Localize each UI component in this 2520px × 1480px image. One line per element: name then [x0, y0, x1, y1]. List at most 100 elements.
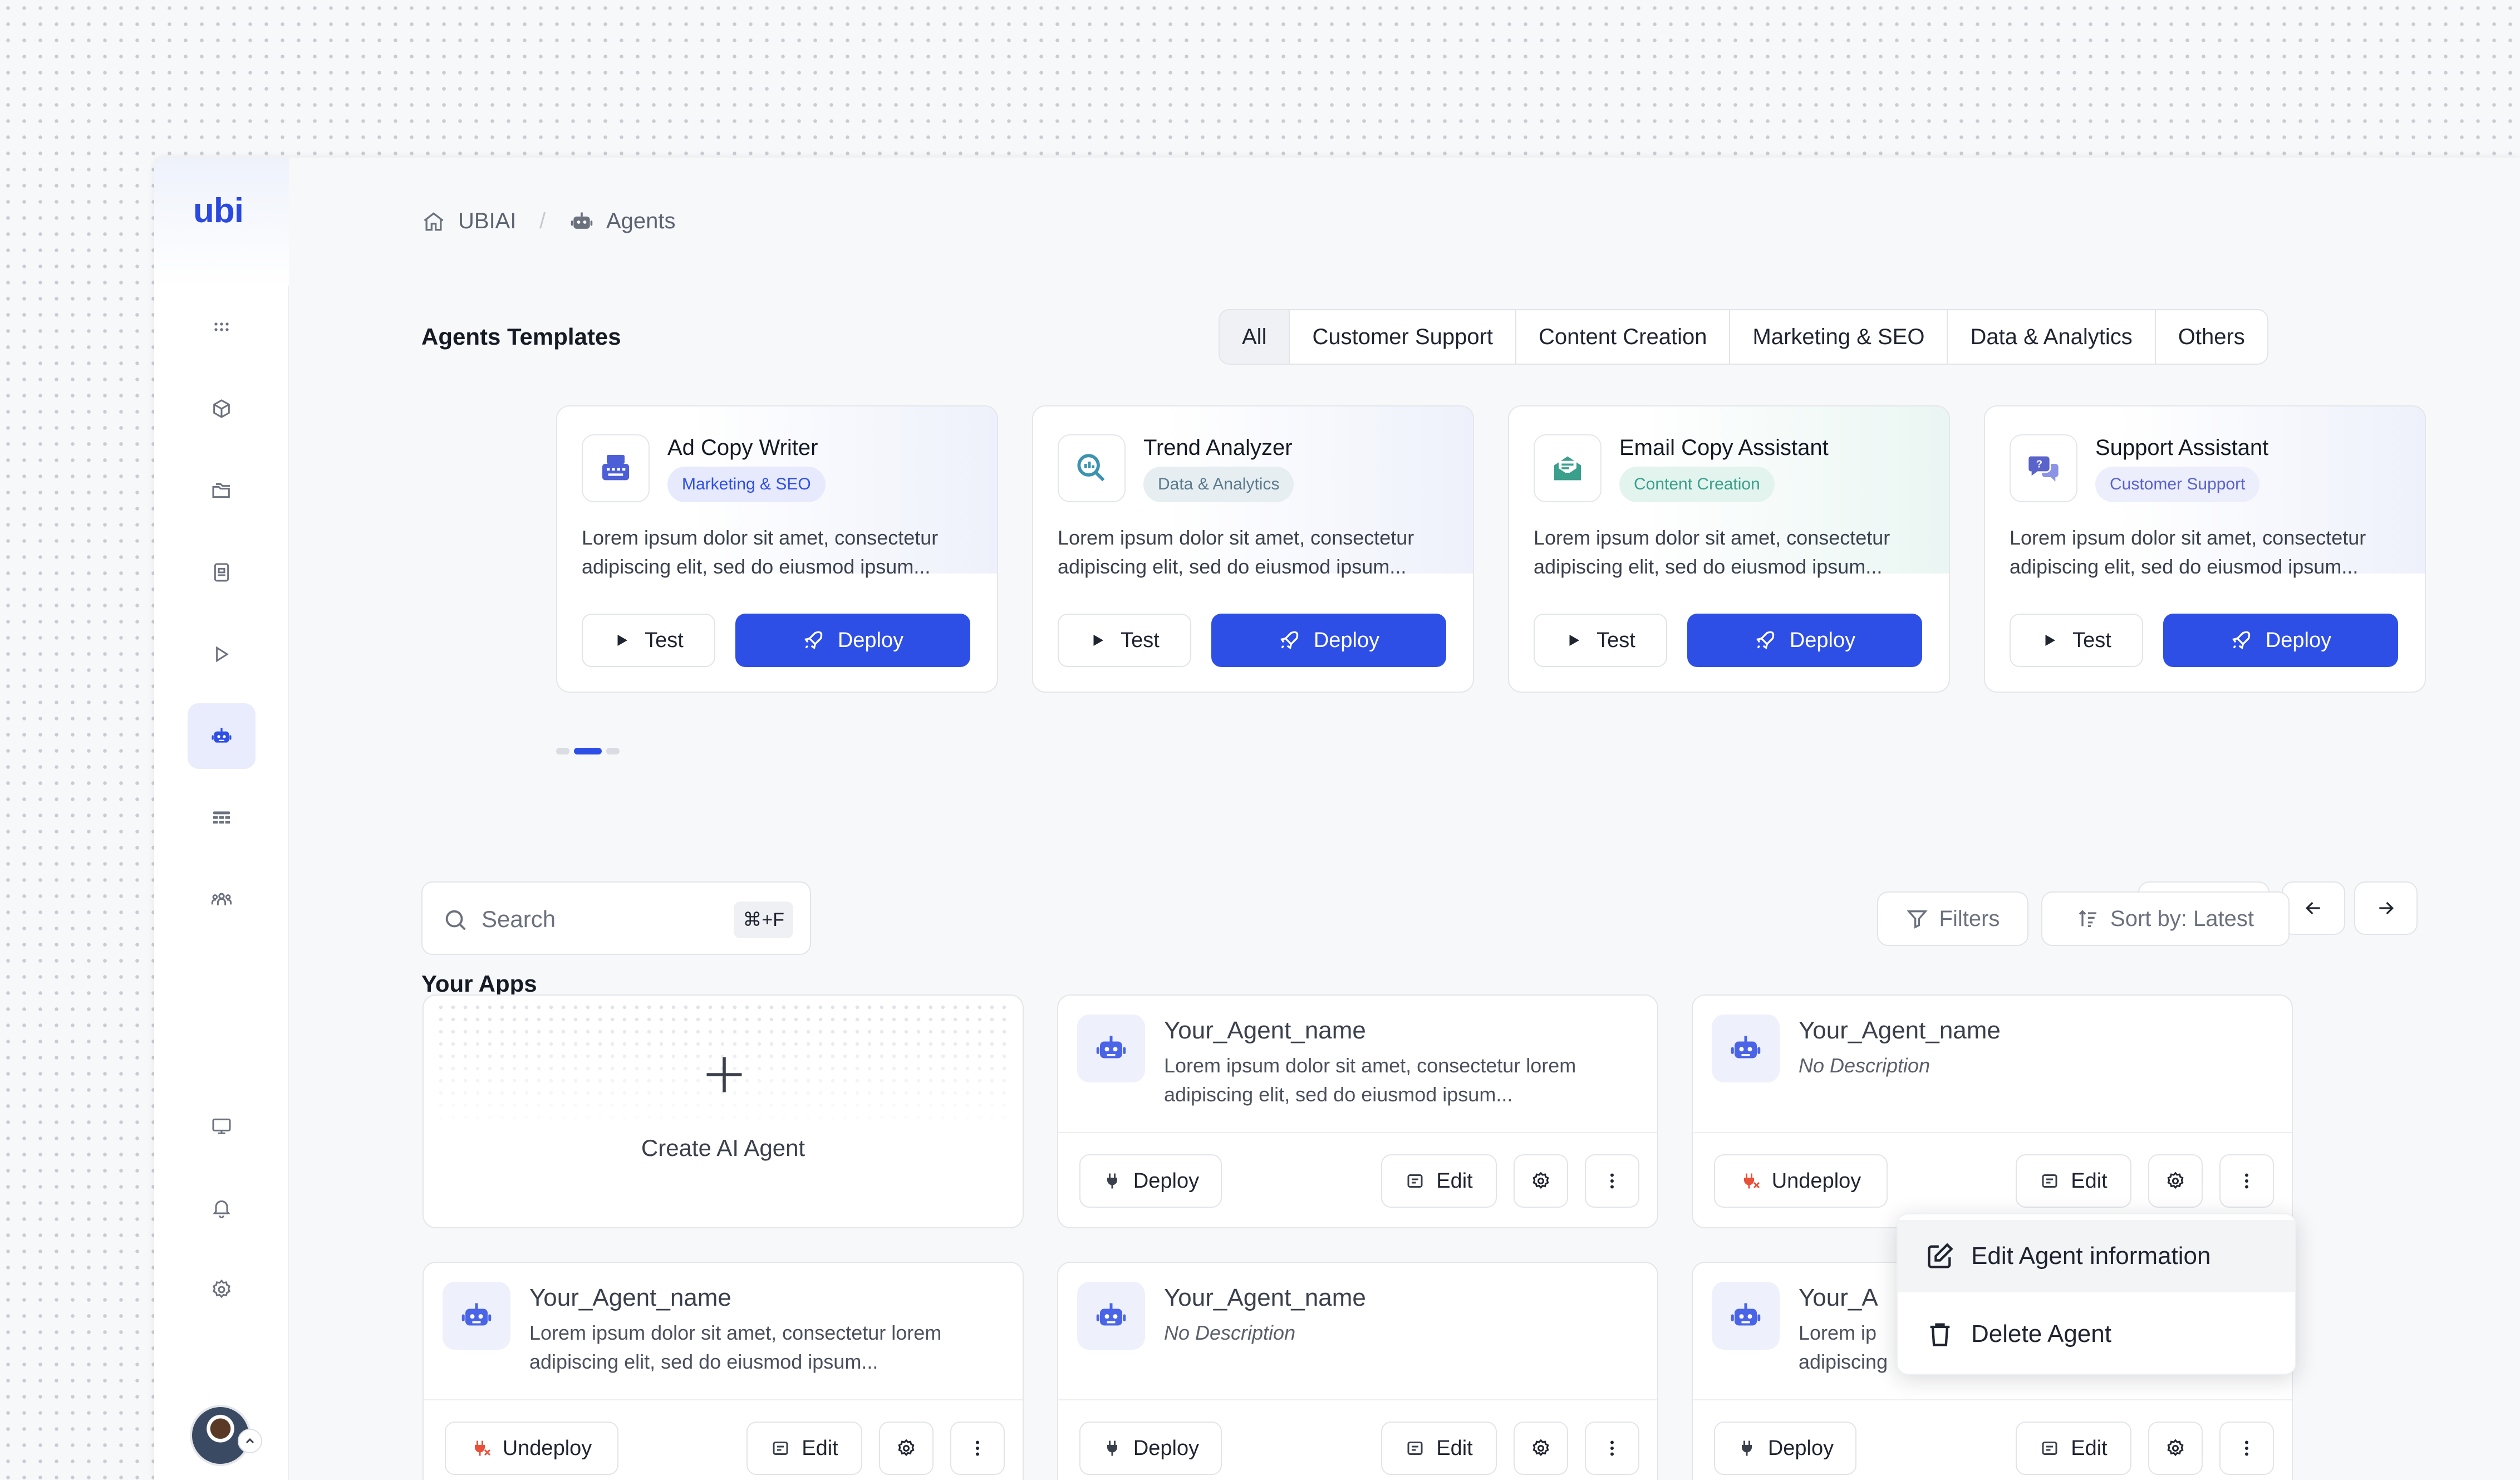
- logo[interactable]: ubi: [193, 191, 244, 231]
- agent-card[interactable]: Your_Agent_name Lorem ipsum dolor sit am…: [423, 1262, 1024, 1480]
- agent-settings-button[interactable]: [2148, 1422, 2203, 1475]
- sidebar-item-docs[interactable]: [188, 540, 256, 605]
- test-button[interactable]: Test: [582, 614, 715, 667]
- template-icon: ?: [2010, 434, 2077, 502]
- carousel-next-button[interactable]: [2354, 881, 2418, 935]
- edit-button[interactable]: Edit: [2016, 1422, 2131, 1475]
- card-divider: [424, 1399, 1023, 1400]
- agent-settings-button[interactable]: [879, 1422, 934, 1475]
- tab-customer-support[interactable]: Customer Support: [1290, 310, 1517, 364]
- sidebar-item-projects[interactable]: [188, 458, 256, 523]
- undeploy-button[interactable]: Undeploy: [445, 1422, 618, 1475]
- plus-icon: [706, 1057, 742, 1092]
- undeploy-button[interactable]: Undeploy: [1714, 1154, 1888, 1208]
- edit-button[interactable]: Edit: [1381, 1422, 1497, 1475]
- gear-icon: [898, 1439, 915, 1457]
- template-card[interactable]: ? Support Assistant Customer Support Lor…: [1984, 405, 2426, 693]
- breadcrumb-home[interactable]: UBIAI: [421, 209, 516, 234]
- sidebar-item-team[interactable]: [188, 867, 256, 933]
- edit-label: Edit: [802, 1436, 838, 1460]
- monitor-icon: [212, 1118, 231, 1134]
- sidebar-item-settings[interactable]: [188, 1257, 256, 1322]
- deploy-button[interactable]: Deploy: [735, 614, 970, 667]
- card-divider: [1693, 1132, 2292, 1133]
- main-content: UBIAI / Agents Agents Templates All Cust…: [289, 158, 2520, 1480]
- deploy-button[interactable]: Deploy: [1714, 1422, 1856, 1475]
- tab-marketing-seo[interactable]: Marketing & SEO: [1730, 310, 1948, 364]
- agent-settings-button[interactable]: [1514, 1154, 1568, 1208]
- more-options-button[interactable]: [2219, 1154, 2274, 1208]
- edit-agent-label: Edit Agent information: [1971, 1242, 2211, 1270]
- agent-name: Your_Agent_name: [1799, 1017, 2001, 1044]
- edit-agent-menu-item[interactable]: Edit Agent information: [1898, 1220, 2295, 1292]
- more-options-button[interactable]: [950, 1422, 1005, 1475]
- sidebar-item-notifications[interactable]: [188, 1175, 256, 1241]
- sort-label: Sort by: Latest: [2110, 906, 2254, 931]
- agent-card[interactable]: Your_Agent_name Lorem ipsum dolor sit am…: [1057, 994, 1658, 1228]
- test-button[interactable]: Test: [1534, 614, 1667, 667]
- sidebar-item-datasets[interactable]: [188, 785, 256, 851]
- template-card[interactable]: Trend Analyzer Data & Analytics Lorem ip…: [1032, 405, 1474, 693]
- sort-button[interactable]: Sort by: Latest: [2041, 891, 2290, 946]
- arrow-right-icon: [2379, 901, 2394, 915]
- action-label: Deploy: [1133, 1436, 1200, 1460]
- template-name: Support Assistant: [2095, 435, 2269, 460]
- carousel-indicator[interactable]: [556, 748, 620, 754]
- tab-all[interactable]: All: [1220, 310, 1290, 364]
- breadcrumb-agents[interactable]: Agents: [569, 209, 676, 234]
- tab-others[interactable]: Others: [2156, 310, 2267, 364]
- robot-icon: [571, 212, 593, 229]
- deploy-button[interactable]: Deploy: [1079, 1154, 1222, 1208]
- edit-button[interactable]: Edit: [2016, 1154, 2131, 1208]
- carousel-dot[interactable]: [556, 748, 569, 754]
- action-label: Undeploy: [502, 1436, 592, 1460]
- carousel-prev-button[interactable]: [2282, 881, 2345, 935]
- filters-button[interactable]: Filters: [1877, 891, 2028, 946]
- description-line: adipiscing elit, sed do eiusmod ipsum...: [1534, 555, 1883, 578]
- sidebar-item-dashboard[interactable]: [188, 294, 256, 360]
- sidebar-item-display[interactable]: [188, 1093, 256, 1159]
- test-button[interactable]: Test: [2010, 614, 2143, 667]
- sidebar-item-models[interactable]: [188, 376, 256, 442]
- magnifier-chart-icon: [1077, 454, 1105, 482]
- more-options-button[interactable]: [1585, 1154, 1639, 1208]
- grid-icon: [214, 322, 229, 331]
- carousel-dot-active[interactable]: [574, 748, 602, 754]
- agent-settings-button[interactable]: [1514, 1422, 1568, 1475]
- tab-data-analytics[interactable]: Data & Analytics: [1948, 310, 2156, 364]
- edit-box-icon: [2042, 1442, 2057, 1455]
- tab-content-creation[interactable]: Content Creation: [1516, 310, 1731, 364]
- more-options-button[interactable]: [1585, 1422, 1639, 1475]
- template-card[interactable]: Ad Copy Writer Marketing & SEO Lorem ips…: [556, 405, 998, 693]
- template-card[interactable]: Email Copy Assistant Content Creation Lo…: [1508, 405, 1950, 693]
- test-label: Test: [2072, 628, 2111, 652]
- gear-icon: [2167, 1439, 2184, 1457]
- template-description: Lorem ipsum dolor sit amet, consectetur …: [2010, 523, 2410, 581]
- search-input[interactable]: [482, 899, 715, 939]
- deploy-button[interactable]: Deploy: [1687, 614, 1922, 667]
- edit-label: Edit: [1436, 1169, 1473, 1193]
- sidebar-item-runs[interactable]: [188, 621, 256, 687]
- breadcrumb-agents-label: Agents: [606, 209, 676, 233]
- gear-icon: [1532, 1439, 1549, 1457]
- edit-button[interactable]: Edit: [1381, 1154, 1497, 1208]
- kebab-icon: [1610, 1173, 1614, 1189]
- more-options-button[interactable]: [2219, 1422, 2274, 1475]
- agent-card[interactable]: Your_Agent_name No Description Deploy Ed…: [1057, 1262, 1658, 1480]
- edit-button[interactable]: Edit: [746, 1422, 862, 1475]
- test-button[interactable]: Test: [1058, 614, 1191, 667]
- account-menu-toggle[interactable]: [238, 1429, 262, 1453]
- deploy-button[interactable]: Deploy: [2163, 614, 2398, 667]
- agent-settings-button[interactable]: [2148, 1154, 2203, 1208]
- delete-agent-menu-item[interactable]: Delete Agent: [1898, 1298, 2295, 1370]
- agent-card[interactable]: Your_Agent_name No Description Undeploy …: [1692, 994, 2293, 1228]
- create-agent-card[interactable]: Create AI Agent: [423, 994, 1024, 1228]
- agent-description: Lorem ipsum dolor sit amet, consectetur …: [1164, 1051, 1637, 1109]
- breadcrumb-home-label: UBIAI: [458, 209, 517, 233]
- carousel-dot[interactable]: [606, 748, 620, 754]
- sidebar-item-agents[interactable]: [188, 703, 256, 769]
- deploy-button[interactable]: Deploy: [1079, 1422, 1222, 1475]
- agent-icon: [1077, 1282, 1145, 1350]
- deploy-button[interactable]: Deploy: [1211, 614, 1446, 667]
- deploy-label: Deploy: [1313, 628, 1380, 652]
